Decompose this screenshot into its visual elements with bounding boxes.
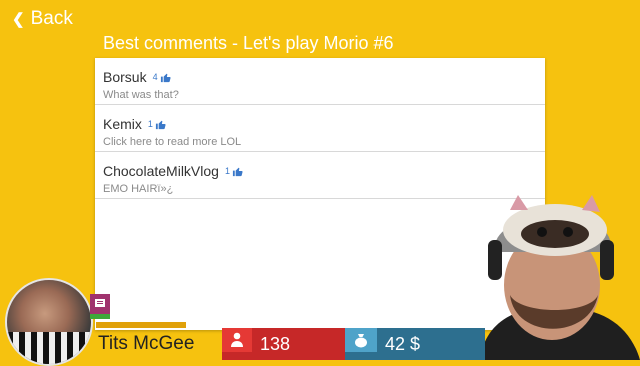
avatar — [5, 278, 93, 366]
comment-text: What was that? — [103, 89, 179, 101]
comment-text: EMO HAIRï»¿ — [103, 183, 174, 195]
like-count-value: 4 — [152, 72, 158, 82]
thumbs-up-icon — [160, 73, 171, 82]
xp-bar — [96, 322, 186, 328]
like-count-value: 1 — [147, 119, 153, 129]
thumbs-up-icon — [155, 120, 166, 129]
back-button[interactable]: ❮ Back — [12, 8, 73, 30]
comment-author: Kemix — [103, 116, 142, 132]
like-count-value: 1 — [224, 166, 230, 176]
comment-author: ChocolateMilkVlog — [103, 163, 219, 179]
subscribers-stat: 138 — [222, 328, 362, 360]
webcam-feed — [480, 195, 640, 360]
message-icon — [95, 299, 105, 307]
money-bag-icon — [345, 328, 377, 352]
status-bar — [90, 314, 110, 319]
like-count: 4 — [153, 72, 171, 83]
list-item[interactable]: Kemix 1 Click here to read more LOL — [95, 105, 545, 152]
like-count: 1 — [225, 166, 243, 177]
chat-icon[interactable] — [90, 294, 110, 314]
version-label: Beta 1.2.3 — [126, 298, 168, 308]
back-label: Back — [30, 8, 73, 29]
comment-text: Click here to read more LOL — [103, 136, 242, 148]
like-count: 1 — [148, 119, 166, 130]
chevron-left-icon: ❮ — [12, 11, 25, 28]
money-stat: 42 $ — [345, 328, 485, 360]
avatar-shirt — [7, 332, 91, 364]
user-icon — [222, 328, 252, 352]
money-amount: 42 $ — [385, 334, 421, 354]
player-name: Tits McGee — [98, 333, 195, 354]
subscriber-count: 138 — [260, 334, 291, 354]
page-title: Best comments - Let's play Morio #6 — [103, 33, 394, 53]
comment-author: Borsuk — [103, 69, 147, 85]
thumbs-up-icon — [232, 167, 243, 176]
list-item[interactable]: Borsuk 4 What was that? — [95, 58, 545, 105]
